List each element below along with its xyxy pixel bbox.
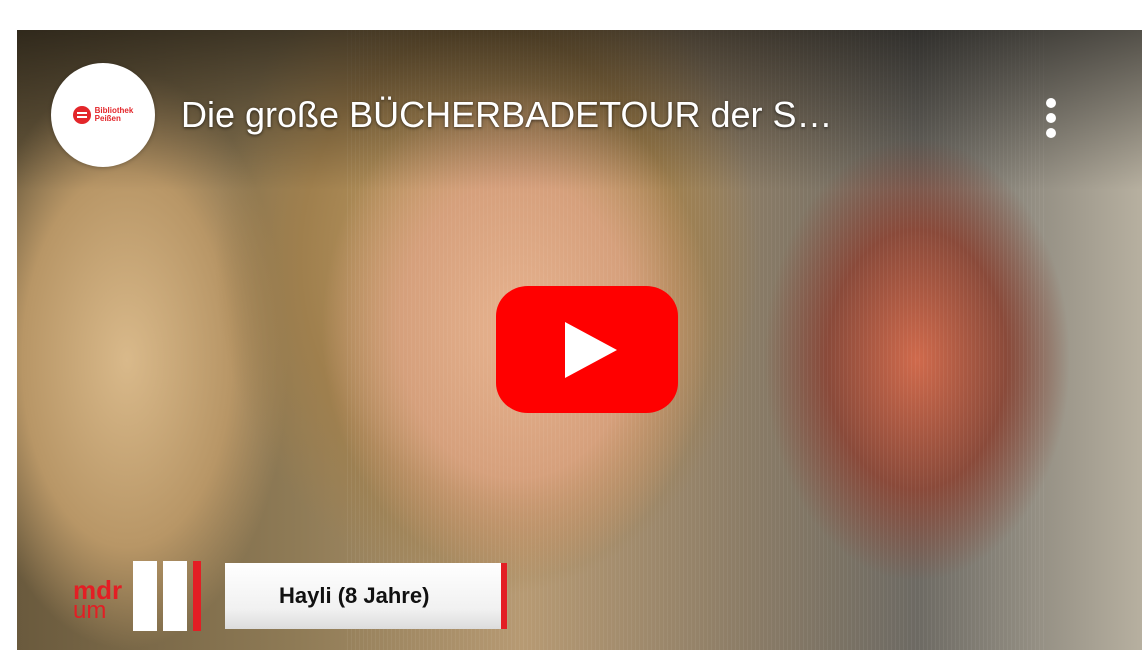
- program-number-graphic: [133, 561, 219, 631]
- channel-logo: Bibliothek Peißen: [72, 106, 133, 124]
- play-icon: [565, 321, 617, 378]
- numeral-bar: [133, 561, 157, 631]
- more-options-button[interactable]: [1036, 94, 1066, 142]
- lower-third: mdr um Hayli (8 Jahre): [73, 561, 553, 631]
- more-dot-icon: [1046, 128, 1056, 138]
- more-dot-icon: [1046, 113, 1056, 123]
- channel-avatar[interactable]: Bibliothek Peißen: [51, 63, 155, 167]
- library-logo-icon: [72, 106, 91, 124]
- video-title[interactable]: Die große BÜCHERBADETOUR der S…: [181, 94, 1001, 136]
- broadcaster-logo: mdr um: [73, 577, 122, 623]
- name-caption-text: Hayli (8 Jahre): [279, 583, 430, 608]
- channel-logo-line2: Peißen: [94, 114, 121, 123]
- numeral-accent: [193, 561, 201, 631]
- play-button[interactable]: [496, 286, 678, 413]
- video-player[interactable]: Bibliothek Peißen Die große BÜCHERBADETO…: [17, 30, 1142, 650]
- numeral-bar: [163, 561, 187, 631]
- more-dot-icon: [1046, 98, 1056, 108]
- name-caption: Hayli (8 Jahre): [225, 563, 507, 629]
